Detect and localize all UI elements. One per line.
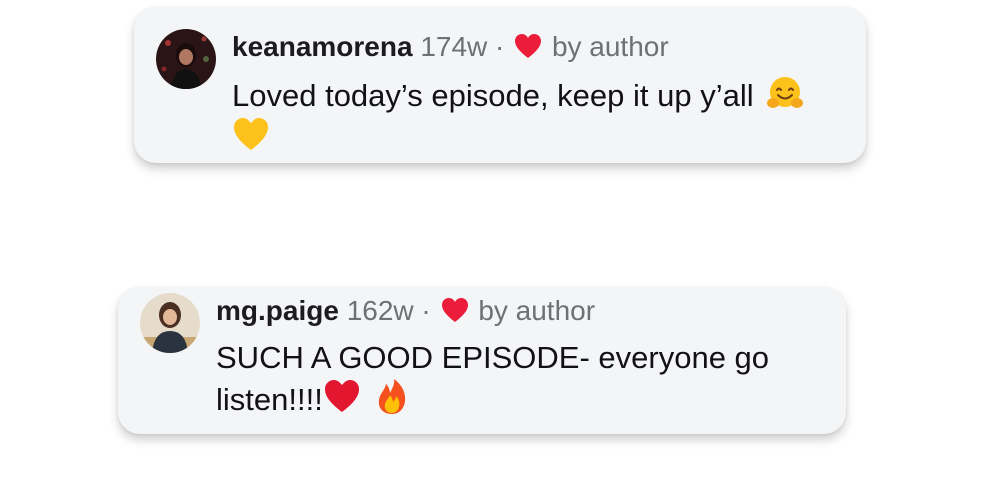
yellow-heart-icon [232,116,270,154]
separator: · [421,295,431,326]
timestamp[interactable]: 174w [420,31,487,62]
comment-text-line2: listen!!!! [216,382,323,417]
comment-text-line1: SUCH A GOOD EPISODE- everyone go [216,340,770,375]
heart-icon [514,33,542,59]
comment-header: keanamorena 174w · by author [232,30,669,64]
fire-icon [373,378,411,416]
username-link[interactable]: keanamorena [232,31,413,62]
avatar-image [140,293,200,353]
comment-header: mg.paige 162w · by author [216,294,595,328]
comment-text: SUCH A GOOD EPISODE- everyone go listen!… [216,338,816,420]
comment-card: mg.paige 162w · by author SUCH A GOOD EP… [118,287,846,434]
avatar[interactable] [156,29,216,89]
liked-by-author-label: by author [478,295,596,326]
separator: · [495,31,505,62]
comment-text: Loved today’s episode, keep it up y’all [232,74,852,158]
red-heart-icon [323,378,361,416]
hugging-face-icon [766,74,804,112]
username-link[interactable]: mg.paige [216,295,339,326]
comment-card: keanamorena 174w · by author Loved today… [134,7,866,163]
avatar[interactable] [140,293,200,353]
timestamp[interactable]: 162w [347,295,414,326]
comment-text-content: Loved today’s episode, keep it up y’all [232,78,754,113]
avatar-image [156,29,216,89]
heart-icon [441,297,469,323]
liked-by-author-label: by author [551,31,669,62]
